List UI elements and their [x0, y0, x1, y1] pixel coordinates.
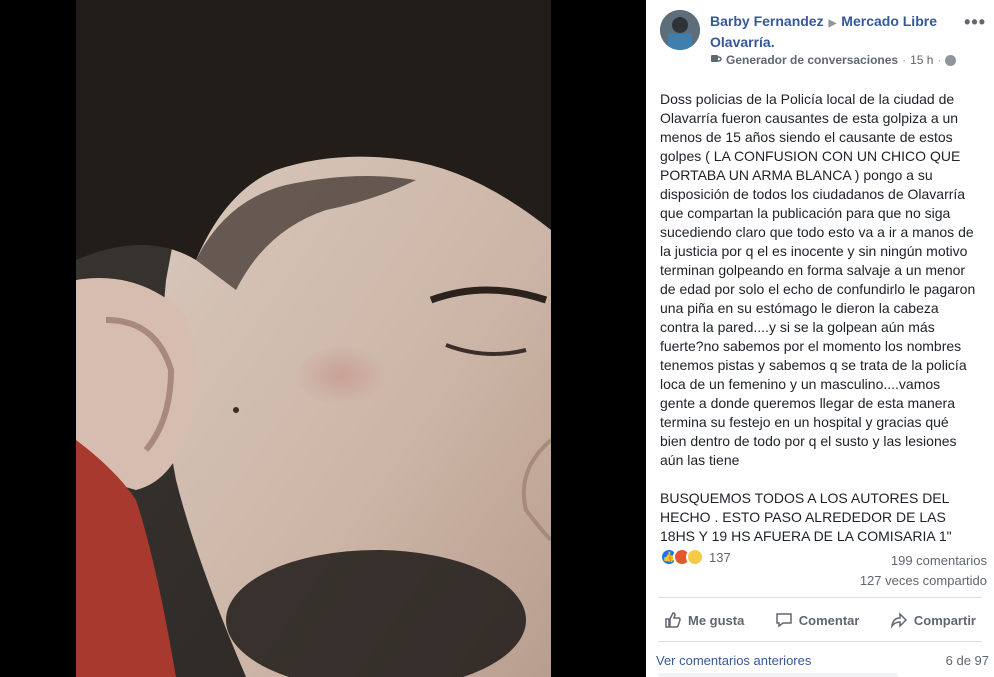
share-arrow-icon: [890, 612, 907, 629]
arrow-right-icon: ▶: [828, 18, 837, 29]
app-name[interactable]: Generador de conversaciones: [726, 53, 898, 67]
separator-dot: ·: [902, 53, 907, 67]
speech-bubble-icon: [776, 613, 792, 628]
post-photo[interactable]: [76, 0, 551, 677]
share-label: Compartir: [913, 612, 976, 628]
author-line: Barby Fernandez ▶ Mercado Libre Olavarría.: [710, 12, 960, 51]
post-panel: Barby Fernandez ▶ Mercado Libre Olavarría.…: [646, 0, 994, 677]
avatar[interactable]: [660, 10, 700, 50]
previous-comments-link[interactable]: Ver comentarios anteriores: [656, 653, 811, 668]
like-button[interactable]: Me gusta: [658, 604, 750, 636]
reactions-count: 137: [709, 549, 731, 565]
divider: [658, 597, 982, 598]
globe-icon[interactable]: [945, 54, 957, 66]
engagement-counts: 199 comentarios 127 veces compartido: [860, 551, 987, 591]
post-meta: Generador de conversaciones · 15 h ·: [710, 53, 957, 67]
sad-reaction-icon: [686, 548, 704, 566]
post-header: Barby Fernandez ▶ Mercado Libre Olavarría.…: [660, 10, 994, 70]
comment-button[interactable]: Comentar: [769, 604, 866, 636]
photo-viewer: [0, 0, 646, 677]
photo-image: [76, 0, 551, 677]
comment-label: Comentar: [798, 612, 860, 628]
post-time[interactable]: 15 h: [910, 53, 933, 67]
share-button[interactable]: Compartir: [884, 604, 982, 636]
post-text: Doss policias de la Policía local de la …: [660, 91, 976, 544]
divider: [658, 641, 982, 642]
reactions-summary[interactable]: 👍 137: [660, 548, 731, 566]
shares-count[interactable]: 127 veces compartido: [860, 571, 987, 591]
author-name[interactable]: Barby Fernandez: [710, 13, 824, 29]
comments-pager: 6 de 97: [945, 653, 989, 668]
separator-dot: ·: [937, 53, 942, 67]
more-options-icon[interactable]: •••: [964, 12, 986, 33]
like-label: Me gusta: [688, 612, 745, 628]
action-bar: Me gusta Comentar Compartir: [658, 604, 982, 636]
comments-count[interactable]: 199 comentarios: [860, 551, 987, 571]
thumbs-up-icon: [665, 612, 681, 628]
comment-preview-strip: [658, 673, 898, 677]
coffee-cup-icon: [710, 53, 722, 67]
